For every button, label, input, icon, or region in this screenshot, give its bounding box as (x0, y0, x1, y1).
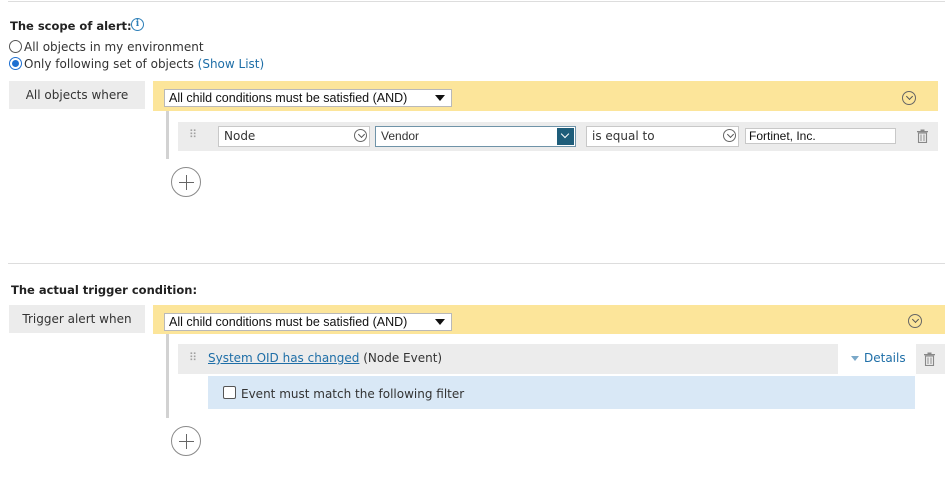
trigger-side-label: Trigger alert when (9, 305, 145, 333)
object-type-dropdown[interactable]: Node (218, 126, 370, 147)
add-condition-button[interactable] (171, 167, 201, 197)
property-value: Vendor (381, 129, 420, 143)
circle-chevron-down-icon (723, 129, 736, 142)
event-description: System OID has changed (Node Event) (208, 351, 442, 365)
event-filter-label: Event must match the following filter (241, 387, 465, 401)
trigger-group-select[interactable]: All child conditions must be satisfied (… (164, 313, 452, 331)
radio-following-set[interactable] (9, 57, 22, 70)
circle-chevron-down-icon[interactable] (908, 314, 922, 328)
scope-tree-line (166, 111, 169, 159)
operator-value: is equal to (592, 129, 655, 143)
scope-group-select[interactable]: All child conditions must be satisfied (… (164, 89, 452, 107)
event-link[interactable]: System OID has changed (208, 351, 359, 365)
scope-side-label: All objects where (9, 81, 145, 109)
radio-option-following-set[interactable]: Only following set of objects (Show List… (9, 57, 309, 73)
scope-group-select-value: All child conditions must be satisfied (… (169, 91, 408, 105)
trigger-group-select-value: All child conditions must be satisfied (… (169, 315, 408, 329)
chevron-down-icon (435, 319, 445, 325)
radio-following-set-label: Only following set of objects (24, 57, 194, 71)
value-input[interactable]: Fortinet, Inc. (745, 128, 896, 144)
trash-icon[interactable] (916, 129, 929, 143)
scope-title: The scope of alert: (10, 19, 132, 33)
info-icon[interactable]: i (131, 18, 144, 31)
top-divider (8, 1, 945, 2)
radio-all-objects-label: All objects in my environment (24, 40, 204, 54)
operator-dropdown[interactable]: is equal to (586, 126, 739, 147)
radio-all-objects[interactable] (9, 40, 22, 53)
grip-icon[interactable]: ⠿ (189, 129, 197, 140)
event-filter-checkbox[interactable] (223, 386, 236, 399)
grip-icon[interactable]: ⠿ (189, 352, 197, 363)
radio-option-all-objects[interactable]: All objects in my environment (9, 40, 309, 56)
triangle-down-icon (851, 356, 859, 361)
object-type-value: Node (224, 129, 256, 143)
chevron-down-icon (435, 95, 445, 101)
circle-chevron-down-icon[interactable] (902, 91, 916, 105)
event-type: (Node Event) (363, 351, 443, 365)
trigger-tree-line (166, 334, 169, 418)
trash-icon[interactable] (923, 352, 936, 366)
show-list-link[interactable]: (Show List) (198, 57, 265, 71)
details-label: Details (864, 351, 906, 365)
add-trigger-condition-button[interactable] (171, 426, 201, 456)
circle-chevron-down-icon (354, 129, 367, 142)
chevron-down-icon (557, 128, 574, 145)
trigger-title: The actual trigger condition: (11, 283, 198, 297)
property-dropdown[interactable]: Vendor (375, 126, 576, 147)
details-toggle[interactable]: Details (838, 344, 916, 374)
section-divider (8, 263, 945, 264)
